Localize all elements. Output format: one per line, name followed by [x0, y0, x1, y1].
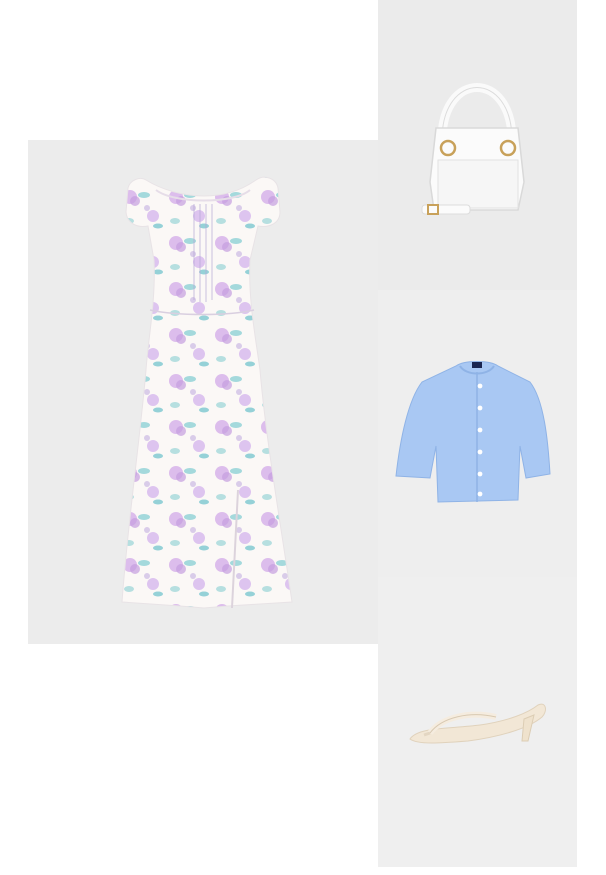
cardigan-icon: [395, 361, 551, 503]
product-tile-dress[interactable]: [28, 140, 378, 644]
product-tile-cardigan[interactable]: [378, 290, 577, 577]
product-tile-handbag[interactable]: [378, 0, 577, 290]
product-tile-sandal[interactable]: [378, 577, 577, 867]
sandal-icon: [409, 703, 546, 744]
bag-icon: [421, 83, 525, 215]
dress-icon: [121, 176, 293, 609]
outfit-collage: [0, 0, 606, 875]
